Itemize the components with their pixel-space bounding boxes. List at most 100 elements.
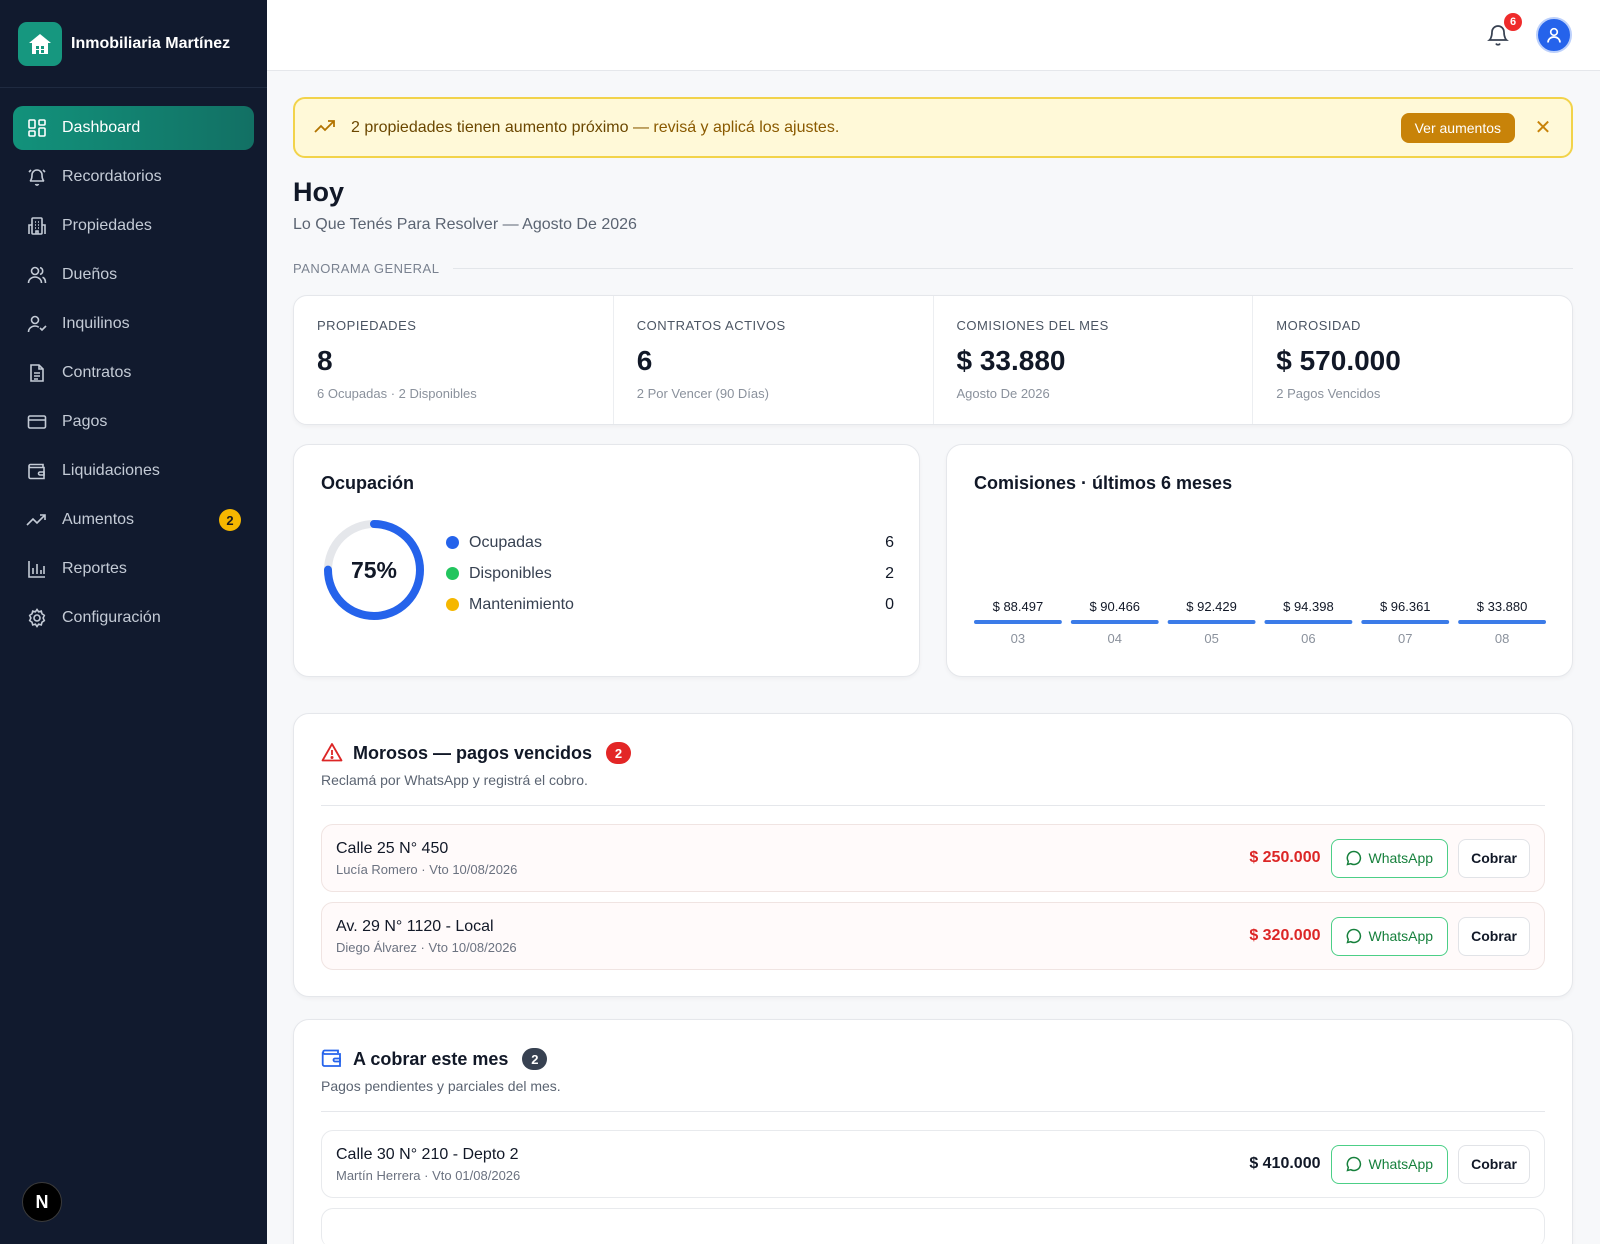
bar[interactable] (1458, 620, 1546, 624)
user-avatar[interactable] (1536, 17, 1572, 53)
banner-strong-text: 2 propiedades tienen aumento próximo (351, 118, 629, 136)
item-meta: Lucía Romero · Vto 10/08/2026 (336, 861, 518, 877)
home-logo-icon (18, 21, 62, 66)
bar[interactable] (1070, 620, 1159, 624)
sidebar-item-label: Contratos (62, 364, 132, 381)
morosos-count-badge: 2 (606, 742, 632, 764)
sidebar-item-label: Liquidaciones (62, 462, 160, 479)
gear-icon (26, 607, 48, 629)
bar-value-label: $ 94.398 (1283, 599, 1334, 614)
sidebar-item-label: Pagos (62, 413, 108, 430)
charts-row: Ocupación 75% Ocupadas 6 Disponibles 2 M… (293, 444, 1573, 677)
chat-icon (1345, 928, 1361, 944)
x-tick-label: 08 (1495, 631, 1509, 646)
close-icon[interactable]: ✕ (1533, 115, 1553, 140)
sidebar-item-reportes[interactable]: Reportes (13, 547, 254, 591)
legend-name: Mantenimiento (469, 595, 574, 613)
view-increases-button[interactable]: Ver aumentos (1400, 112, 1515, 143)
whatsapp-label: WhatsApp (1368, 1156, 1434, 1172)
morosos-subtitle: Reclamá por WhatsApp y registrá el cobro… (321, 772, 588, 788)
item-address: Calle 25 N° 450 (336, 839, 449, 857)
sidebar-item-configuracion[interactable]: Configuración (13, 596, 254, 640)
sidebar-item-contratos[interactable]: Contratos (13, 351, 254, 395)
morosos-header: Morosos — pagos vencidos 2 (321, 742, 1545, 764)
warning-icon (321, 742, 343, 764)
commissions-card: Comisiones · últimos 6 meses $ 88.497 03 $… (946, 444, 1573, 677)
cobrar-header: A cobrar este mes 2 (321, 1048, 1545, 1070)
sidebar-item-liquidaciones[interactable]: Liquidaciones (13, 449, 254, 493)
morosos-card: Morosos — pagos vencidos 2 Reclamá por W… (293, 713, 1573, 997)
legend-value: 6 (885, 533, 894, 551)
wallet-icon (321, 1048, 343, 1070)
legend-dot (446, 567, 459, 580)
section-label-text: PANORAMA GENERAL (293, 261, 440, 276)
sidebar-item-aumentos[interactable]: Aumentos 2 (13, 498, 254, 542)
x-tick-label: 06 (1301, 631, 1315, 646)
item-amount: $ 320.000 (1249, 927, 1321, 944)
kpi-sub: 2 Por Vencer (90 Días) (636, 386, 769, 401)
kpi-contratos: CONTRATOS ACTIVOS 6 2 Por Vencer (90 Día… (614, 296, 934, 424)
item-address: Calle 30 N° 210 - Depto 2 (336, 1145, 519, 1163)
credit-card-icon (26, 411, 48, 433)
item-meta: Martín Herrera · Vto 01/08/2026 (336, 1167, 521, 1183)
sidebar-item-inquilinos[interactable]: Inquilinos (13, 302, 254, 346)
cobrar-button[interactable]: Cobrar (1458, 838, 1530, 878)
item-address: Av. 29 N° 1120 - Local (336, 917, 494, 935)
cobrar-title: A cobrar este mes (353, 1048, 509, 1069)
document-icon (26, 362, 48, 384)
user-check-icon (26, 313, 48, 335)
next-dev-badge[interactable]: N (22, 1182, 62, 1222)
kpi-sub: Agosto De 2026 (956, 386, 1050, 401)
cobrar-button[interactable]: Cobrar (1458, 916, 1530, 956)
x-tick-label: 04 (1108, 631, 1122, 646)
legend-name: Ocupadas (469, 533, 542, 551)
brand[interactable]: Inmobiliaria Martínez (0, 0, 267, 88)
legend-dot (446, 536, 459, 549)
whatsapp-button[interactable]: WhatsApp (1330, 1144, 1449, 1184)
legend-row-mantenimiento: Mantenimiento 0 (446, 589, 894, 620)
kpi-sub: 6 Ocupadas · 2 Disponibles (317, 386, 477, 401)
bar[interactable] (974, 620, 1062, 624)
occupancy-legend: Ocupadas 6 Disponibles 2 Mantenimiento 0 (446, 527, 894, 620)
wallet-icon (26, 460, 48, 482)
list-item: Av. 29 N° 1120 - Local Diego Álvarez · V… (321, 902, 1545, 970)
legend-name: Disponibles (469, 564, 552, 582)
legend-row-disponibles: Disponibles 2 (446, 558, 894, 589)
sidebar-item-label: Dueños (62, 266, 118, 283)
sidebar-item-dashboard[interactable]: Dashboard (13, 106, 254, 150)
notifications-button[interactable]: 6 (1486, 13, 1522, 50)
sidebar-item-propiedades[interactable]: Propiedades (13, 204, 254, 248)
bell-icon (26, 166, 48, 188)
sidebar-item-duenos[interactable]: Dueños (13, 253, 254, 297)
brand-name: Inmobiliaria Martínez (71, 34, 231, 52)
sidebar-item-pagos[interactable]: Pagos (13, 400, 254, 444)
sidebar-item-label: Inquilinos (62, 315, 130, 332)
user-icon (1547, 27, 1561, 43)
bar-value-label: $ 33.880 (1477, 599, 1528, 614)
users-icon (26, 264, 48, 286)
page-subtitle: Lo Que Tenés Para Resolver — Agosto De 2… (293, 216, 637, 233)
kpi-label: PROPIEDADES (317, 318, 417, 333)
banner-text: 2 propiedades tienen aumento próximo — r… (351, 119, 1401, 137)
building-icon (26, 215, 48, 237)
increase-alert-banner: 2 propiedades tienen aumento próximo — r… (293, 97, 1573, 158)
occupancy-card: Ocupación 75% Ocupadas 6 Disponibles 2 M… (293, 444, 920, 677)
kpi-comisiones: COMISIONES DEL MES $ 33.880 Agosto De 20… (934, 296, 1254, 424)
kpi-row: PROPIEDADES 8 6 Ocupadas · 2 Disponibles… (293, 295, 1573, 425)
item-amount: $ 250.000 (1249, 849, 1321, 866)
kpi-value: 6 (636, 345, 653, 376)
kpi-value: $ 570.000 (1276, 345, 1401, 376)
occupancy-donut: 75% (321, 517, 427, 623)
cobrar-button[interactable]: Cobrar (1458, 1144, 1530, 1184)
section-label: PANORAMA GENERAL (293, 261, 1573, 276)
bar[interactable] (1361, 620, 1450, 624)
whatsapp-button[interactable]: WhatsApp (1330, 916, 1449, 956)
bar[interactable] (1167, 620, 1256, 624)
whatsapp-button[interactable]: WhatsApp (1330, 838, 1449, 878)
chat-icon (1345, 850, 1361, 866)
sidebar-item-recordatorios[interactable]: Recordatorios (13, 155, 254, 199)
main-content: 2 propiedades tienen aumento próximo — r… (293, 97, 1573, 1244)
section-divider (453, 268, 1573, 269)
bar[interactable] (1264, 620, 1353, 624)
banner-rest-text: — revisá y aplicá los ajustes. (628, 118, 840, 136)
